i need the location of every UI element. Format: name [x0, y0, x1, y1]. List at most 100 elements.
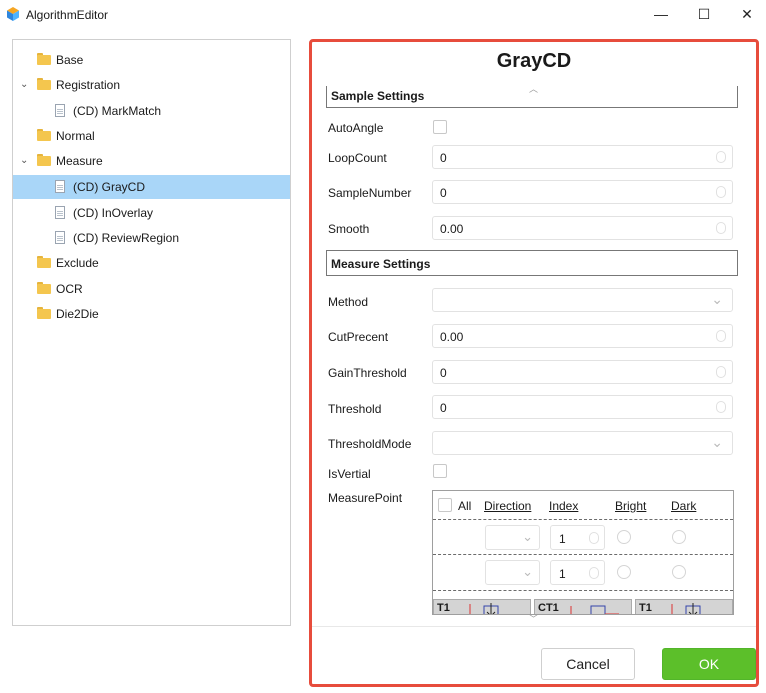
folder-icon: [37, 78, 51, 90]
column-dark[interactable]: Dark: [671, 499, 696, 513]
tree-item-label: Die2Die: [56, 307, 99, 321]
method-select[interactable]: ⌄: [432, 288, 733, 312]
select-all-checkbox[interactable]: [438, 498, 452, 512]
index-value: 1: [559, 567, 566, 581]
tree-item-label: OCR: [56, 282, 83, 296]
tree-item-base[interactable]: Base: [13, 48, 290, 72]
dark-radio[interactable]: [672, 565, 686, 579]
folder-icon: [37, 129, 51, 141]
gain-threshold-input[interactable]: 0: [432, 360, 733, 384]
tree-item-label: (CD) InOverlay: [73, 206, 154, 220]
tree-item-reviewregion[interactable]: (CD) ReviewRegion: [13, 226, 290, 250]
measure-diagram-icon: [570, 605, 619, 614]
close-icon: ✕: [741, 6, 753, 22]
panel-title: GrayCD: [496, 50, 572, 72]
dark-radio[interactable]: [672, 530, 686, 544]
close-button[interactable]: ✕: [732, 2, 762, 26]
is-vertial-label: IsVertial: [328, 467, 371, 481]
auto-angle-label: AutoAngle: [328, 121, 384, 135]
column-index[interactable]: Index: [549, 499, 578, 513]
sample-number-input[interactable]: 0: [432, 180, 733, 204]
table-row[interactable]: ⌄ 1: [433, 555, 733, 591]
thumbnail-label: CT1: [538, 602, 559, 614]
app-cube-icon: [7, 7, 19, 21]
loop-count-input[interactable]: 0: [432, 145, 733, 169]
section-title: Measure Settings: [331, 257, 431, 271]
spinner-icon[interactable]: [716, 186, 726, 198]
direction-select[interactable]: ⌄: [485, 525, 540, 550]
scroll-down-icon[interactable]: ﹀: [529, 612, 538, 625]
tree-item-label: (CD) MarkMatch: [73, 104, 162, 118]
tree-item-markmatch[interactable]: (CD) MarkMatch: [13, 99, 290, 123]
tree-item-normal[interactable]: Normal: [13, 124, 290, 148]
spinner-icon[interactable]: [716, 401, 726, 413]
measure-point-grid: All Direction Index Bright Dark ⌄ 1 ⌄ 1: [432, 490, 734, 615]
spinner-icon[interactable]: [716, 366, 726, 378]
column-all: All: [458, 499, 472, 513]
thumbnail[interactable]: T1: [433, 599, 531, 614]
window-title: AlgorithmEditor: [26, 8, 109, 22]
measure-settings-section: Measure Settings: [326, 250, 738, 276]
sample-settings-section: Sample Settings: [326, 86, 738, 108]
tree-item-label: Base: [56, 53, 84, 67]
maximize-button[interactable]: ☐: [689, 2, 719, 26]
tree-item-measure[interactable]: ⌄ Measure: [13, 149, 290, 173]
sample-number-value: 0: [440, 186, 447, 200]
chevron-down-icon[interactable]: ⌄: [20, 79, 28, 90]
file-icon: [55, 180, 65, 193]
spinner-icon[interactable]: [716, 151, 726, 163]
thumbnail[interactable]: CT1: [534, 599, 632, 614]
tree-item-label: (CD) GrayCD: [73, 180, 145, 194]
bright-radio[interactable]: [617, 530, 631, 544]
folder-icon: [37, 53, 51, 65]
gain-threshold-value: 0: [440, 366, 447, 380]
grid-header: All Direction Index Bright Dark: [433, 491, 733, 519]
sample-number-label: SampleNumber: [328, 186, 412, 200]
tree-item-graycd[interactable]: (CD) GrayCD: [13, 175, 290, 199]
algorithm-tree[interactable]: Base ⌄ Registration (CD) MarkMatch Norma…: [12, 39, 291, 626]
column-bright[interactable]: Bright: [615, 499, 646, 513]
folder-icon: [37, 256, 51, 268]
cancel-button[interactable]: Cancel: [541, 648, 635, 680]
tree-item-die2die[interactable]: Die2Die: [13, 302, 290, 326]
folder-icon: [37, 307, 51, 319]
section-title: Sample Settings: [331, 89, 425, 103]
title-bar: AlgorithmEditor — ☐ ✕: [0, 0, 766, 30]
tree-item-registration[interactable]: ⌄ Registration: [13, 73, 290, 97]
folder-icon: [37, 154, 51, 166]
tree-item-inoverlay[interactable]: (CD) InOverlay: [13, 201, 290, 225]
tree-item-ocr[interactable]: OCR: [13, 277, 290, 301]
threshold-input[interactable]: 0: [432, 395, 733, 419]
is-vertial-checkbox[interactable]: [433, 464, 447, 478]
index-stepper[interactable]: 1: [550, 525, 605, 550]
maximize-icon: ☐: [697, 6, 711, 22]
cut-precent-label: CutPrecent: [328, 330, 389, 344]
spinner-icon[interactable]: [716, 222, 726, 234]
loop-count-label: LoopCount: [328, 151, 387, 165]
smooth-input[interactable]: 0.00: [432, 216, 733, 240]
threshold-mode-select[interactable]: ⌄: [432, 431, 733, 455]
chevron-down-icon[interactable]: ⌄: [20, 155, 28, 166]
spinner-icon[interactable]: [589, 532, 599, 544]
auto-angle-checkbox[interactable]: [433, 120, 447, 134]
measure-point-label: MeasurePoint: [328, 491, 403, 505]
index-stepper[interactable]: 1: [550, 560, 605, 585]
file-icon: [55, 231, 65, 244]
gain-threshold-label: GainThreshold: [328, 366, 407, 380]
minimize-icon: —: [654, 6, 668, 22]
chevron-down-icon: ⌄: [711, 434, 723, 450]
cut-precent-input[interactable]: 0.00: [432, 324, 733, 348]
tree-item-exclude[interactable]: Exclude: [13, 251, 290, 275]
ok-button[interactable]: OK: [662, 648, 756, 680]
column-direction[interactable]: Direction: [484, 499, 531, 513]
spinner-icon[interactable]: [716, 330, 726, 342]
smooth-label: Smooth: [328, 222, 370, 236]
spinner-icon[interactable]: [589, 567, 599, 579]
threshold-label: Threshold: [328, 402, 382, 416]
thumbnail[interactable]: T1: [635, 599, 733, 614]
direction-select[interactable]: ⌄: [485, 560, 540, 585]
tree-item-label: Normal: [56, 129, 95, 143]
minimize-button[interactable]: —: [646, 2, 676, 26]
table-row[interactable]: ⌄ 1: [433, 519, 733, 555]
bright-radio[interactable]: [617, 565, 631, 579]
